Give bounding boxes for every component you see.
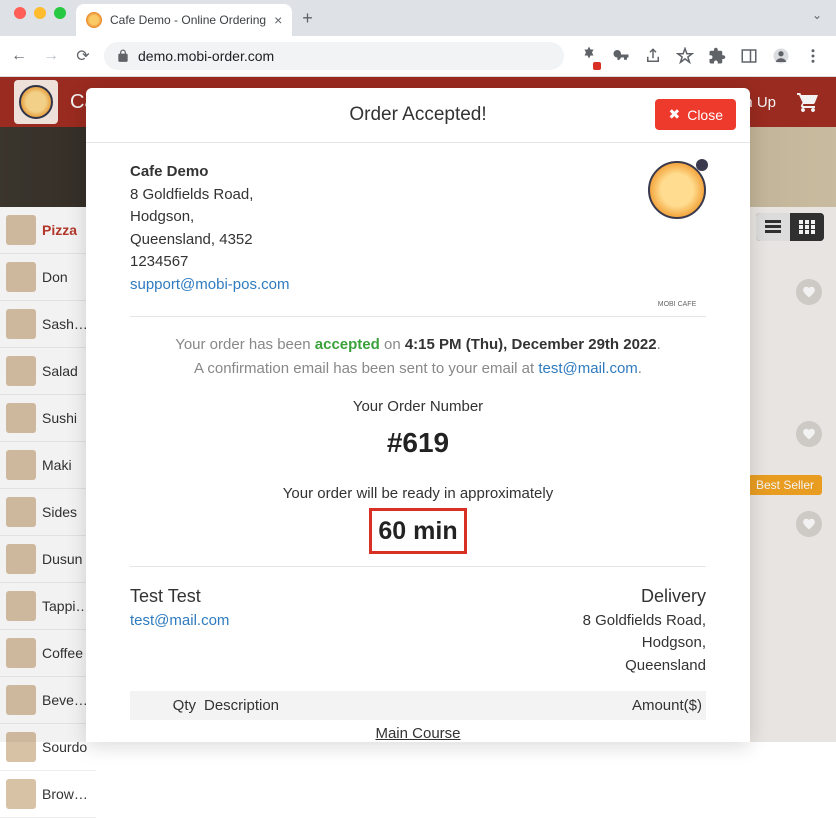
new-tab-button[interactable]: + bbox=[292, 8, 323, 29]
order-accepted-modal: Order Accepted! ✖ Close Cafe Demo 8 Gold… bbox=[86, 88, 750, 742]
close-label: Close bbox=[687, 107, 723, 123]
col-amount: Amount($) bbox=[596, 691, 706, 720]
panel-icon[interactable] bbox=[740, 47, 758, 65]
reload-button[interactable]: ⟳ bbox=[72, 45, 94, 67]
eta-highlight: 60 min bbox=[369, 508, 466, 554]
close-window-icon[interactable] bbox=[14, 7, 26, 19]
profile-icon[interactable] bbox=[772, 47, 790, 65]
delivery-address-line: Queensland bbox=[583, 655, 706, 678]
order-datetime: 4:15 PM (Thu), December 29th 2022 bbox=[405, 336, 657, 353]
store-info: Cafe Demo 8 Goldfields Road, Hodgson, Qu… bbox=[130, 161, 289, 296]
store-address-line: Hodgson, bbox=[130, 206, 289, 229]
customer-name: Test Test bbox=[130, 583, 229, 610]
key-icon[interactable] bbox=[612, 47, 630, 65]
order-number: #619 bbox=[130, 421, 706, 466]
store-name: Cafe Demo bbox=[130, 161, 289, 184]
eta-value: 60 min bbox=[378, 517, 457, 545]
delivery-title: Delivery bbox=[583, 583, 706, 610]
maximize-window-icon[interactable] bbox=[54, 7, 66, 19]
close-icon: ✖ bbox=[668, 106, 680, 123]
close-button[interactable]: ✖ Close bbox=[655, 99, 736, 130]
tab-bar: Cafe Demo - Online Ordering × + ⌄ bbox=[0, 0, 836, 36]
browser-chrome: Cafe Demo - Online Ordering × + ⌄ ← → ⟳ … bbox=[0, 0, 836, 77]
share-icon[interactable] bbox=[644, 47, 662, 65]
order-status: Your order has been accepted on 4:15 PM … bbox=[130, 333, 706, 554]
chevron-down-icon[interactable]: ⌄ bbox=[812, 8, 822, 22]
customer-delivery-row: Test Test test@mail.com Delivery 8 Goldf… bbox=[130, 583, 706, 678]
sidebar-item-brownie[interactable]: Brownie bbox=[0, 771, 96, 818]
puzzle-icon[interactable] bbox=[708, 47, 726, 65]
toolbar-icons bbox=[574, 45, 828, 68]
lock-icon bbox=[116, 49, 130, 63]
col-desc: Description bbox=[200, 691, 596, 720]
browser-tab[interactable]: Cafe Demo - Online Ordering × bbox=[76, 4, 292, 36]
modal-body: Cafe Demo 8 Goldfields Road, Hodgson, Qu… bbox=[86, 143, 750, 742]
col-qty: Qty bbox=[130, 691, 200, 720]
modal-header: Order Accepted! ✖ Close bbox=[86, 88, 750, 143]
window-controls bbox=[10, 7, 76, 29]
extension-icon[interactable] bbox=[580, 45, 598, 68]
menu-icon[interactable] bbox=[804, 47, 822, 65]
delivery-address-line: Hodgson, bbox=[583, 632, 706, 655]
store-phone: 1234567 bbox=[130, 251, 289, 274]
url-text: demo.mobi-order.com bbox=[138, 48, 274, 64]
minimize-window-icon[interactable] bbox=[34, 7, 46, 19]
address-bar: ← → ⟳ demo.mobi-order.com bbox=[0, 36, 836, 77]
store-address-line: Queensland, 4352 bbox=[130, 229, 289, 252]
star-icon[interactable] bbox=[676, 47, 694, 65]
section-header: Main Course bbox=[130, 720, 706, 742]
confirmation-email-link[interactable]: test@mail.com bbox=[538, 360, 637, 377]
tab-title: Cafe Demo - Online Ordering bbox=[110, 13, 266, 27]
accepted-text: accepted bbox=[315, 336, 380, 353]
forward-button: → bbox=[40, 45, 62, 67]
tab-close-icon[interactable]: × bbox=[274, 12, 282, 28]
back-button[interactable]: ← bbox=[8, 45, 30, 67]
delivery-address-line: 8 Goldfields Road, bbox=[583, 610, 706, 633]
order-number-label: Your Order Number bbox=[130, 395, 706, 419]
modal-title: Order Accepted! bbox=[349, 104, 486, 126]
url-input[interactable]: demo.mobi-order.com bbox=[104, 42, 564, 70]
eta-label: Your order will be ready in approximatel… bbox=[130, 482, 706, 506]
store-logo: MOBI CAFE bbox=[648, 161, 706, 296]
order-items-table: Qty Description Amount($) Main Course 1 … bbox=[130, 691, 706, 742]
store-address-line: 8 Goldfields Road, bbox=[130, 184, 289, 207]
customer-email-link[interactable]: test@mail.com bbox=[130, 610, 229, 633]
store-email-link[interactable]: support@mobi-pos.com bbox=[130, 274, 289, 297]
favicon-icon bbox=[86, 12, 102, 28]
